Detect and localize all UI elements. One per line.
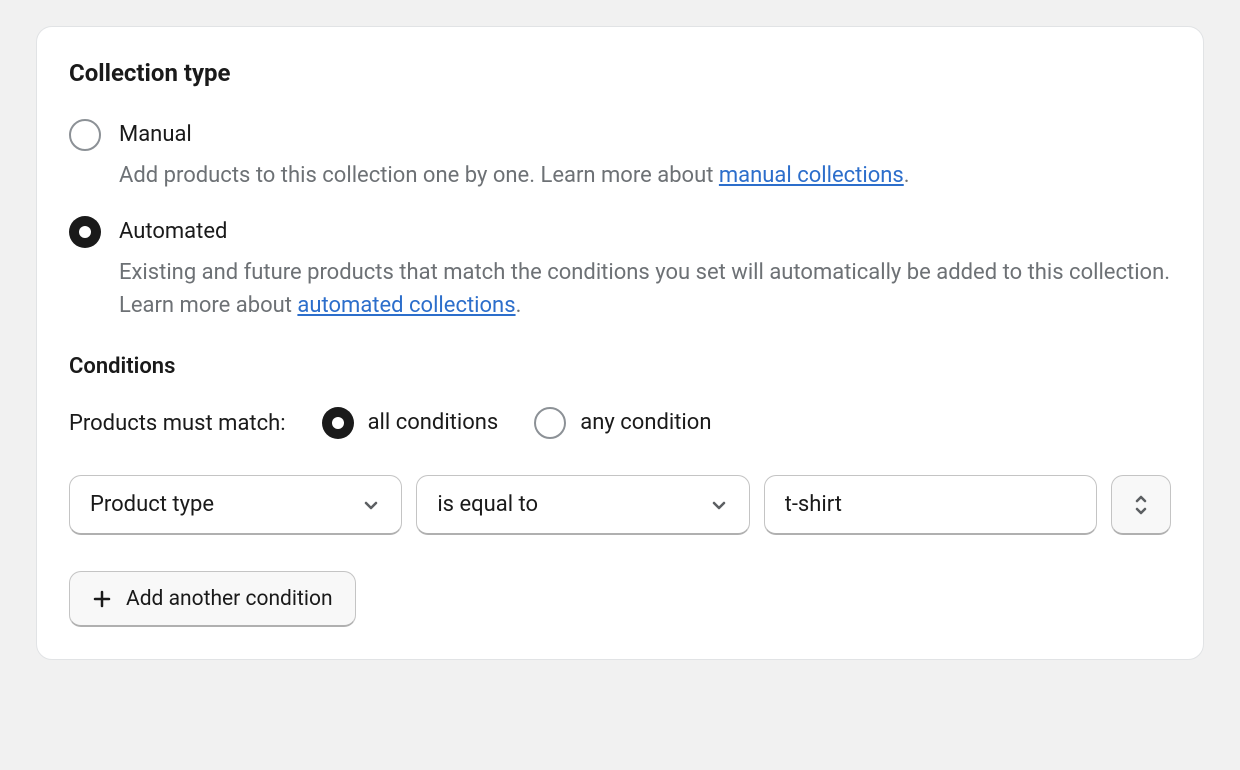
condition-field-value: Product type (90, 492, 214, 517)
chevron-down-icon (361, 495, 381, 515)
automated-option-row: Automated (69, 216, 1171, 248)
conditions-title: Conditions (69, 354, 1171, 379)
reorder-button[interactable] (1111, 475, 1171, 535)
add-condition-label: Add another condition (126, 587, 333, 611)
sort-icon (1131, 493, 1151, 517)
match-row: Products must match: all conditions any … (69, 407, 1171, 439)
automated-description: Existing and future products that match … (119, 260, 1170, 318)
add-condition-button[interactable]: Add another condition (69, 571, 356, 627)
manual-collections-link[interactable]: manual collections (719, 163, 904, 188)
any-condition-label: any condition (580, 407, 711, 439)
automated-description-row: Existing and future products that match … (69, 256, 1171, 322)
condition-operator-value: is equal to (437, 492, 538, 517)
automated-collections-link[interactable]: automated collections (297, 293, 515, 318)
manual-description-row: Add products to this collection one by o… (69, 159, 1171, 192)
automated-radio[interactable] (69, 216, 101, 248)
all-conditions-radio[interactable] (322, 407, 354, 439)
match-options: all conditions any condition (322, 407, 712, 439)
condition-operator-select[interactable]: is equal to (416, 475, 749, 535)
condition-value-input[interactable] (764, 475, 1097, 535)
plus-icon (92, 589, 112, 609)
manual-radio[interactable] (69, 119, 101, 151)
condition-row: Product type is equal to (69, 475, 1171, 535)
match-label: Products must match: (69, 411, 286, 436)
manual-option-row: Manual (69, 119, 1171, 151)
collection-type-radio-group: Manual Add products to this collection o… (69, 119, 1171, 322)
any-condition-option: any condition (534, 407, 711, 439)
any-condition-radio[interactable] (534, 407, 566, 439)
all-conditions-option: all conditions (322, 407, 499, 439)
chevron-down-icon (709, 495, 729, 515)
automated-label: Automated (119, 216, 227, 248)
manual-label: Manual (119, 119, 192, 151)
manual-description: Add products to this collection one by o… (119, 163, 910, 188)
collection-type-card: Collection type Manual Add products to t… (36, 26, 1204, 660)
collection-type-title: Collection type (69, 59, 1171, 87)
all-conditions-label: all conditions (368, 407, 499, 439)
condition-field-select[interactable]: Product type (69, 475, 402, 535)
